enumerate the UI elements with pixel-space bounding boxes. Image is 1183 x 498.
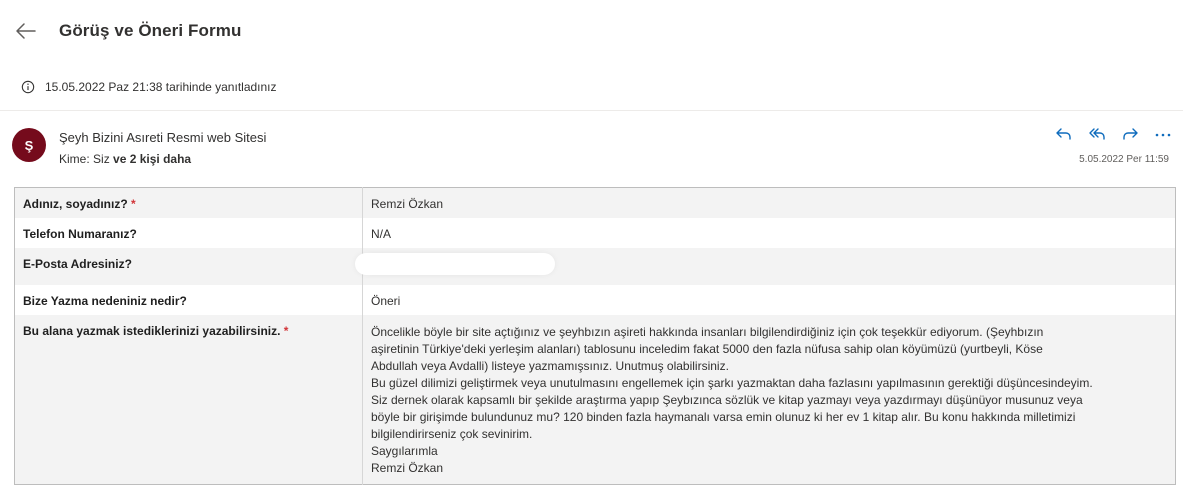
table-row: E-Posta Adresiniz?: [14, 248, 1176, 285]
reply-button[interactable]: [1052, 124, 1076, 144]
to-label: Kime:: [59, 152, 90, 166]
to-you[interactable]: Siz: [93, 152, 110, 166]
table-row: Adınız, soyadınız? * Remzi Özkan: [14, 187, 1176, 218]
message-line: Saygılarımla: [371, 444, 438, 458]
page-title: Görüş ve Öneri Formu: [59, 21, 242, 40]
table-row: Bize Yazma nedeniniz nedir? Öneri: [14, 285, 1176, 315]
message-line: böyle bir girişimde bulundunuz mu? 120 b…: [371, 410, 1076, 424]
header-divider: [0, 110, 1183, 111]
table-row: Bu alana yazmak istediklerinizi yazabili…: [14, 315, 1176, 485]
field-label: Bize Yazma nedeniniz nedir?: [14, 285, 363, 315]
field-value: N/A: [362, 218, 1176, 248]
field-label: Bu alana yazmak istediklerinizi yazabili…: [14, 315, 363, 485]
back-arrow-icon[interactable]: [14, 19, 38, 43]
form-response-table: Adınız, soyadınız? * Remzi Özkan Telefon…: [14, 187, 1176, 485]
field-label: E-Posta Adresiniz?: [14, 248, 363, 285]
redaction-mark: [355, 253, 555, 275]
field-value: Remzi Özkan: [362, 187, 1176, 218]
more-actions-button[interactable]: [1151, 124, 1175, 144]
message-date: 5.05.2022 Per 11:59: [1079, 154, 1169, 165]
reply-all-button[interactable]: [1085, 124, 1109, 144]
field-value: Öneri: [362, 285, 1176, 315]
required-marker: *: [283, 324, 289, 338]
sender-avatar[interactable]: Ş: [12, 128, 46, 162]
field-value-redacted: [355, 248, 1176, 285]
info-icon: [21, 80, 35, 94]
to-more[interactable]: ve 2 kişi daha: [113, 152, 191, 166]
message-line: Öncelikle böyle bir site açtığınız ve şe…: [371, 325, 1044, 339]
sender-name[interactable]: Şeyh Bizini Asıreti Resmi web Sitesi: [59, 130, 266, 145]
reply-all-icon: [1089, 128, 1105, 140]
forward-icon: [1123, 128, 1138, 140]
message-line: Bu güzel dilimizi geliştirmek veya unutu…: [371, 376, 1093, 390]
reply-icon: [1056, 128, 1071, 140]
forward-button[interactable]: [1118, 124, 1142, 144]
more-icon: [1155, 133, 1171, 137]
reply-notice: 15.05.2022 Paz 21:38 tarihinde yanıtladı…: [0, 72, 1183, 102]
field-label: Telefon Numaranız?: [14, 218, 363, 248]
message-line: Siz dernek olarak kapsamlı bir şekilde a…: [371, 393, 1083, 407]
table-row: Telefon Numaranız? N/A: [14, 218, 1176, 248]
field-value-message: Öncelikle böyle bir site açtığınız ve şe…: [362, 315, 1176, 485]
reply-notice-text: 15.05.2022 Paz 21:38 tarihinde yanıtladı…: [45, 80, 277, 94]
message-line: Remzi Özkan: [371, 461, 444, 475]
recipients-line: Kime: Siz ve 2 kişi daha: [59, 152, 191, 166]
message-line: aşiretinin Türkiye'deki yerleşim alanlar…: [371, 342, 1043, 356]
field-label: Adınız, soyadınız? *: [14, 187, 363, 218]
page-header: Görüş ve Öneri Formu: [0, 0, 1183, 64]
message-actions: [1052, 124, 1175, 144]
message-line: Abdullah veya Avdalli) listeye yazmamışs…: [371, 359, 729, 373]
message-line: bilgilendirirseniz çok sevinirim.: [371, 427, 533, 441]
required-marker: *: [131, 197, 136, 211]
